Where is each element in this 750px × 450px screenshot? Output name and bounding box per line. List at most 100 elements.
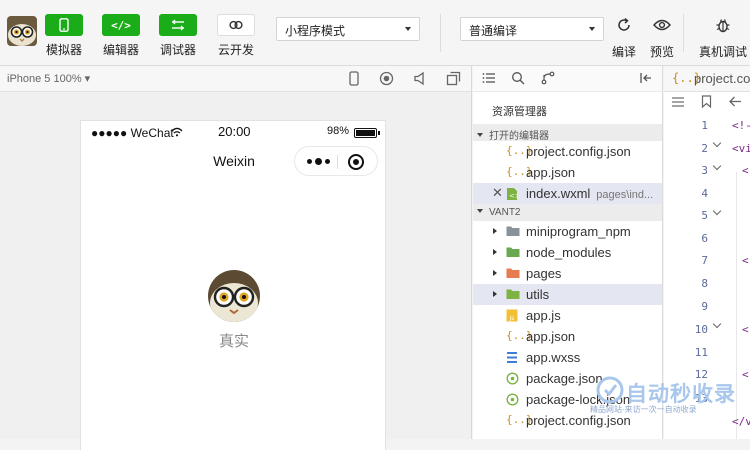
debugger-button[interactable]: 调试器	[153, 14, 203, 58]
watermark: 自动秒收录 精品网站·来访一次一自动收录	[586, 372, 750, 424]
package-file-icon	[506, 372, 520, 385]
battery-icon	[354, 128, 380, 138]
real-device-debug-label: 真机调试	[698, 45, 747, 59]
debug-sliders-icon	[159, 14, 197, 36]
fold-chevron-icon[interactable]	[712, 138, 722, 148]
json-file-icon: {..}	[506, 329, 533, 342]
folder-item[interactable]: pages	[473, 263, 662, 284]
file-name: app.wxss	[526, 350, 581, 365]
json-file-icon: {..}	[506, 413, 533, 426]
preview-button[interactable]: 预览	[642, 14, 682, 60]
chevron-right-icon	[493, 228, 497, 234]
speaker-icon[interactable]	[413, 71, 427, 89]
top-toolbar: 模拟器 </> 编辑器 调试器 云开发 小程序模式 普通编译 编译 预览 真机调…	[0, 0, 750, 66]
simulator-button[interactable]: 模拟器	[39, 14, 89, 58]
profile-avatar[interactable]	[208, 270, 260, 322]
close-icon[interactable]: ✕	[492, 185, 503, 201]
file-item[interactable]: js app.js	[473, 305, 662, 326]
toolbar-divider	[440, 14, 441, 52]
cloud-dev-button[interactable]: 云开发	[211, 14, 261, 58]
code-line: <	[742, 254, 749, 267]
editor-tab[interactable]: {..} project.co	[664, 66, 750, 92]
list-icon[interactable]	[482, 71, 496, 88]
source-control-icon[interactable]	[541, 71, 555, 88]
json-file-icon: {..}	[506, 144, 533, 157]
phone-screen[interactable]: ●●●●● WeChat 20:00 98% Weixin 真实	[80, 120, 386, 450]
editor-toolbar	[664, 92, 750, 112]
folder-name: node_modules	[526, 245, 612, 260]
project-header[interactable]: VANT2	[473, 204, 662, 221]
simulator-label: 模拟器	[45, 43, 82, 57]
chevron-right-icon	[493, 291, 497, 297]
line-number: 4	[701, 187, 708, 200]
bookmark-icon[interactable]	[701, 95, 712, 111]
file-name: app.js	[526, 308, 561, 323]
compile-label: 编译	[611, 45, 636, 59]
mode-select[interactable]: 小程序模式	[276, 17, 420, 41]
chevron-down-icon	[589, 27, 595, 31]
folder-icon	[506, 246, 520, 259]
cloud-dev-label: 云开发	[217, 43, 254, 57]
user-avatar[interactable]	[7, 16, 37, 46]
file-item[interactable]: app.wxss	[473, 347, 662, 368]
bug-icon	[711, 14, 735, 36]
chevron-down-icon	[477, 133, 483, 137]
open-editor-item[interactable]: {..} app.json	[473, 162, 662, 183]
compile-button[interactable]: 编译	[604, 14, 644, 60]
window-detach-icon[interactable]	[446, 71, 461, 89]
simulator-pane: iPhone 5 100% ▾ ●●●●● WeChat 20:00 98% W…	[0, 66, 472, 450]
debugger-label: 调试器	[159, 43, 196, 57]
search-icon[interactable]	[511, 71, 525, 88]
compile-select-value: 普通编译	[469, 24, 518, 38]
collapse-panel-icon[interactable]	[639, 71, 653, 88]
battery-fill	[356, 130, 375, 136]
wxml-file-icon: <>	[506, 187, 521, 200]
preview-label: 预览	[649, 45, 674, 59]
simulator-controls	[348, 71, 461, 89]
fold-chevron-icon[interactable]	[712, 319, 722, 329]
record-icon[interactable]	[379, 71, 394, 89]
file-path: pages\ind...	[596, 189, 654, 201]
fold-chevron-icon[interactable]	[712, 161, 722, 171]
editor-button[interactable]: </> 编辑器	[96, 14, 146, 58]
mini-program-navbar: Weixin	[81, 145, 385, 179]
compile-mode-select[interactable]: 普通编译	[460, 17, 604, 41]
wifi-icon	[171, 126, 183, 140]
capsule-menu	[294, 146, 378, 176]
open-editor-item[interactable]: {..} project.config.json	[473, 141, 662, 162]
real-device-debug-button[interactable]: 真机调试	[698, 14, 748, 60]
close-target-icon[interactable]	[348, 154, 364, 170]
chevron-down-icon	[405, 27, 411, 31]
file-name: app.json	[526, 329, 576, 344]
wxss-file-icon	[506, 351, 520, 364]
line-number: 7	[701, 254, 708, 267]
fold-chevron-icon[interactable]	[712, 206, 722, 216]
back-arrow-icon[interactable]	[728, 95, 742, 111]
file-item[interactable]: {..} app.json	[473, 326, 662, 347]
device-select[interactable]: iPhone 5 100% ▾	[7, 72, 90, 85]
line-number: 10	[694, 323, 708, 336]
file-name: app.json	[526, 165, 576, 180]
outline-list-icon[interactable]	[671, 96, 685, 111]
status-bar: ●●●●● WeChat 20:00 98%	[81, 121, 385, 145]
file-name: index.wxml	[526, 186, 591, 201]
folder-item[interactable]: node_modules	[473, 242, 662, 263]
simulator-toolbar: iPhone 5 100% ▾	[0, 66, 471, 92]
svg-text:<>: <>	[509, 192, 518, 200]
phone-outline-icon[interactable]	[348, 71, 360, 89]
open-editors-header[interactable]: 打开的编辑器	[473, 124, 662, 142]
eye-icon	[650, 14, 674, 36]
json-file-icon: {..}	[506, 165, 533, 178]
code-line: <vi	[732, 142, 750, 155]
editor-label: 编辑器	[102, 43, 139, 57]
code-icon-text: </>	[111, 18, 131, 32]
line-number: 5	[701, 209, 708, 222]
open-editor-item-active[interactable]: ✕ <> index.wxml pages\ind...	[473, 183, 662, 204]
more-dots-icon[interactable]	[307, 158, 330, 165]
folder-item[interactable]: utils	[473, 284, 662, 305]
svg-text:js: js	[509, 315, 515, 322]
cloud-link-icon	[217, 14, 255, 36]
folder-item[interactable]: miniprogram_npm	[473, 221, 662, 242]
chevron-right-icon	[493, 270, 497, 276]
js-file-icon: js	[506, 309, 520, 322]
